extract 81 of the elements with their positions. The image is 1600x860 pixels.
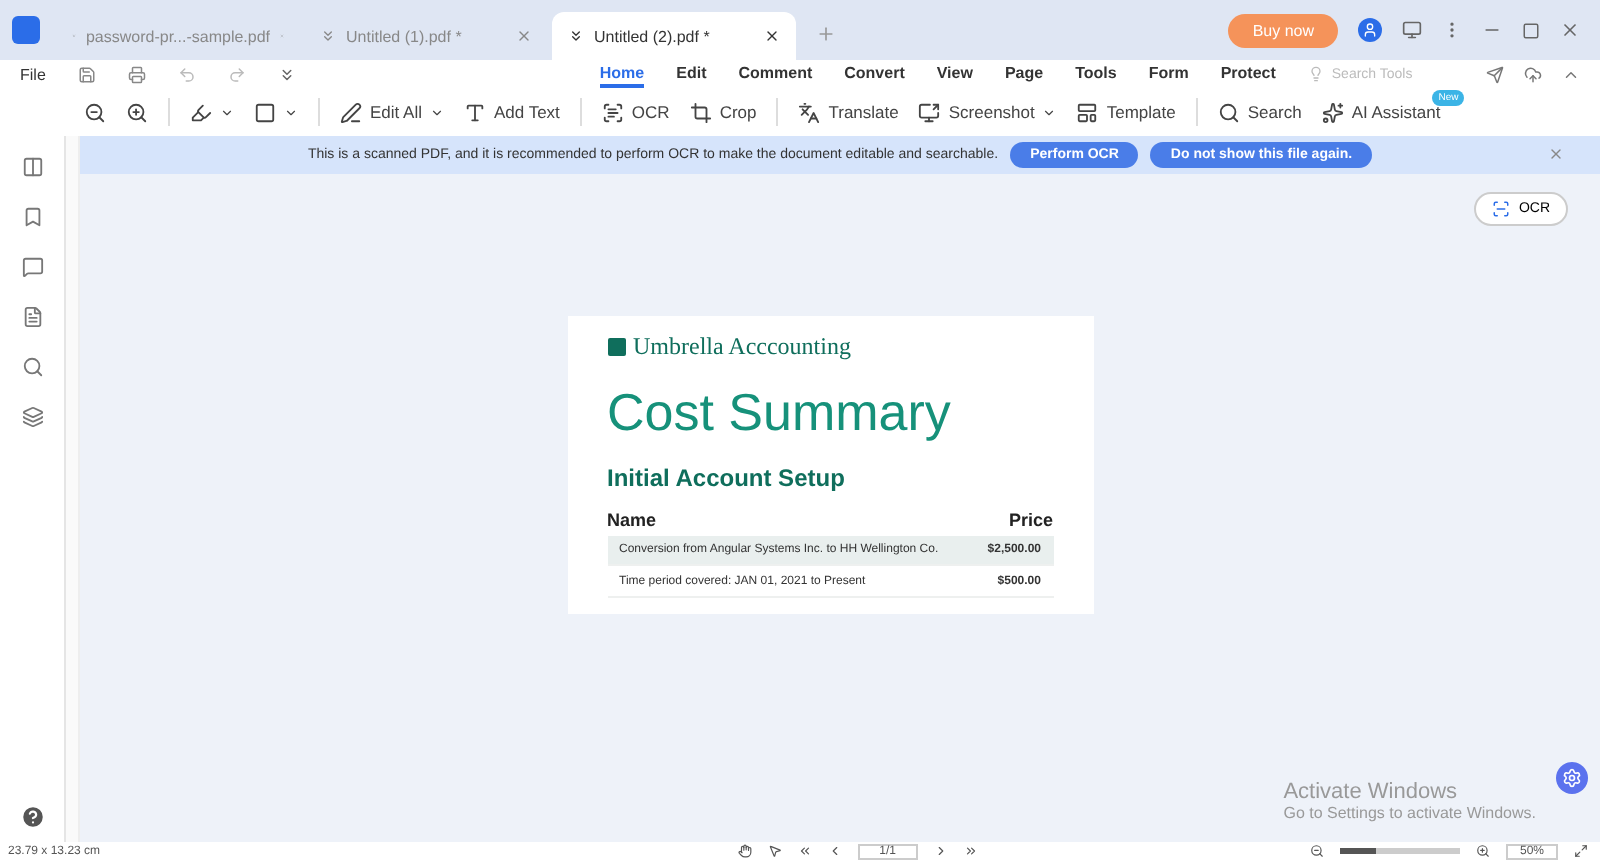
maximize-icon[interactable]: [1522, 21, 1540, 39]
toolbar-button[interactable]: Crop: [689, 101, 757, 123]
column-header: Price: [1008, 510, 1053, 530]
activation-message: Go to Settings to activate Windows.: [1283, 804, 1536, 822]
ocr-icon: [601, 101, 624, 123]
toolbar-button[interactable]: [84, 101, 106, 123]
toolbar-button[interactable]: [254, 101, 298, 123]
zoom-slider[interactable]: [1339, 848, 1460, 854]
highlighter-icon: [190, 101, 212, 123]
column-header: Name: [607, 510, 657, 530]
tab-label: password-pr...-sample.pdf: [85, 27, 271, 45]
caret-icon: [284, 105, 298, 119]
ribbon-tab[interactable]: Page: [1004, 61, 1044, 87]
document-title: Cost Summary: [607, 382, 953, 444]
caret-icon: [1042, 105, 1057, 119]
user-avatar-icon[interactable]: [1358, 18, 1382, 42]
text-box-icon: [464, 101, 486, 123]
toolbar-button[interactable]: Add Text: [464, 101, 560, 123]
zoom-out-icon: [84, 101, 106, 123]
monitor-icon[interactable]: [1402, 20, 1422, 40]
last-page-icon[interactable]: [963, 844, 978, 858]
tab-label: Untitled (2).pdf *: [594, 27, 712, 45]
ribbon-tab[interactable]: Comment: [738, 61, 813, 87]
attachment-icon[interactable]: [21, 306, 43, 328]
section-heading: Initial Account Setup: [607, 464, 847, 492]
caret-icon: [430, 105, 444, 119]
previous-page-icon[interactable]: [827, 844, 842, 858]
toolbar-button[interactable]: Edit All: [340, 101, 444, 123]
assistant-icon[interactable]: [1556, 762, 1588, 794]
toolbar-button[interactable]: Template: [1076, 101, 1176, 123]
ocr-icon: [1492, 200, 1511, 218]
toolbar-button[interactable]: Screenshot: [918, 101, 1057, 123]
rectangle-icon: [254, 101, 276, 123]
ribbon-tab[interactable]: Tools: [1075, 61, 1117, 87]
toolbar-button[interactable]: Search: [1217, 101, 1302, 123]
pen-icon: [340, 101, 362, 123]
comment-icon[interactable]: [21, 256, 43, 278]
customize-icon[interactable]: [277, 65, 296, 83]
ribbon-tab[interactable]: Protect: [1220, 61, 1276, 87]
lightbulb-icon: [1307, 66, 1324, 82]
zoom-in-icon[interactable]: [1475, 844, 1490, 858]
search-icon[interactable]: [21, 356, 43, 378]
ribbon-tab[interactable]: Edit: [676, 61, 707, 87]
screenshot-icon: [918, 101, 941, 123]
caret-icon: [220, 105, 234, 119]
thumbnails-icon[interactable]: [21, 156, 43, 178]
search-icon: [1217, 101, 1240, 123]
toolbar-button[interactable]: AI Assistant: [1321, 101, 1441, 123]
ribbon-tab[interactable]: Home: [599, 61, 645, 87]
zoom-out-icon[interactable]: [1309, 844, 1324, 858]
hand-icon[interactable]: [737, 844, 752, 858]
ribbon-tab[interactable]: Form: [1148, 61, 1189, 87]
first-page-icon[interactable]: [797, 844, 812, 858]
file-menu[interactable]: File: [20, 65, 46, 83]
ribbon-tab[interactable]: Convert: [844, 61, 905, 87]
print-icon[interactable]: [127, 65, 146, 83]
brand-name: Umbrella Acccounting: [633, 332, 851, 362]
crop-icon: [689, 101, 712, 123]
umbrella-logo-icon: [607, 338, 625, 356]
upload-icon: [1524, 65, 1542, 83]
document-tab[interactable]: Untitled (2).pdf *: [552, 12, 796, 60]
send-icon: [1486, 65, 1504, 83]
app-logo: [12, 16, 40, 44]
next-page-icon[interactable]: [933, 844, 948, 858]
layers-icon[interactable]: [21, 406, 43, 428]
help-icon[interactable]: [19, 804, 45, 830]
save-icon[interactable]: [77, 65, 96, 83]
pointer-icon[interactable]: [767, 844, 782, 858]
activation-title: Activate Windows: [1283, 780, 1460, 804]
toolbar-button[interactable]: OCR: [601, 101, 670, 123]
toolbar-button[interactable]: Translate: [798, 101, 899, 123]
ribbon-tab[interactable]: View: [936, 61, 973, 87]
translate-icon: [798, 101, 821, 123]
template-icon: [1076, 101, 1099, 123]
zoom-in-icon: [126, 101, 148, 123]
fit-icon[interactable]: [1574, 844, 1588, 858]
bookmark-icon[interactable]: [21, 206, 43, 228]
toolbar-button[interactable]: [126, 101, 148, 123]
sparkle-icon: [1321, 101, 1344, 123]
toolbar-button[interactable]: [190, 101, 234, 123]
tab-label: Untitled (1).pdf *: [346, 27, 464, 45]
